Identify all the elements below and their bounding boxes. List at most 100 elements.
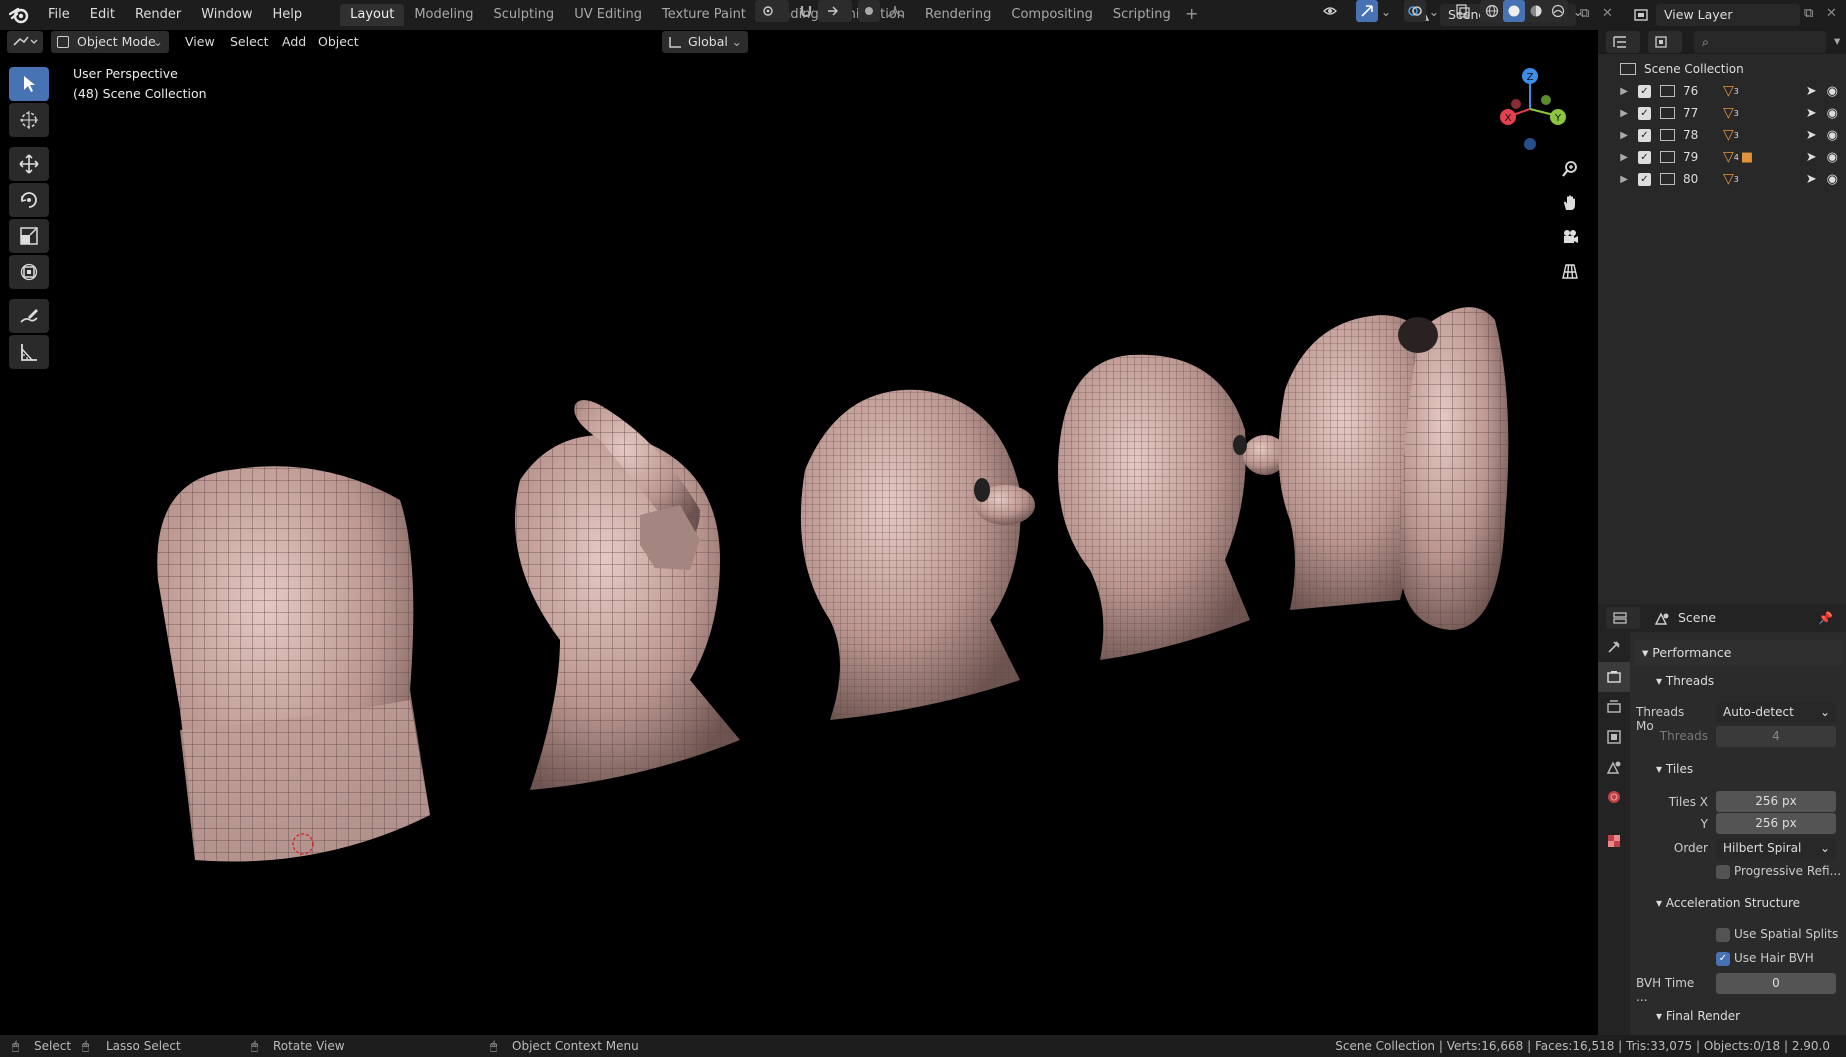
exclude-checkbox[interactable]: ✓ <box>1638 106 1651 120</box>
delete-view-layer-icon[interactable]: ✕ <box>1826 6 1840 24</box>
expand-arrow-icon[interactable]: ▶ <box>1598 130 1628 141</box>
tiles-x-field[interactable]: 256 px <box>1716 791 1836 812</box>
hair-bvh-checkbox[interactable]: ✓ <box>1716 952 1730 966</box>
threads-subpanel-header[interactable]: ▾ Threads <box>1634 668 1842 694</box>
tab-rendering[interactable]: Rendering <box>915 4 1001 26</box>
tab-uv-editing[interactable]: UV Editing <box>564 4 652 26</box>
solid-shading-icon[interactable] <box>1503 0 1525 22</box>
ortho-toggle-icon[interactable] <box>1555 256 1585 286</box>
xray-toggle-icon[interactable] <box>1452 0 1474 22</box>
selectable-arrow-icon[interactable]: ➤ <box>1806 106 1817 121</box>
menu-file[interactable]: File <box>38 0 80 30</box>
chevron-down-icon[interactable]: ⌄ <box>1570 0 1586 22</box>
exclude-checkbox[interactable]: ✓ <box>1638 172 1651 186</box>
add-workspace-button[interactable]: + <box>1181 4 1203 26</box>
tab-texture-paint[interactable]: Texture Paint <box>652 4 756 26</box>
pan-hand-icon[interactable] <box>1555 188 1585 218</box>
tiles-subpanel-header[interactable]: ▾ Tiles <box>1634 756 1842 782</box>
output-tab-icon[interactable] <box>1598 692 1630 722</box>
final-render-subpanel-header[interactable]: ▾ Final Render <box>1634 1003 1842 1029</box>
tab-compositing[interactable]: Compositing <box>1001 4 1103 26</box>
outliner-root-row[interactable]: Scene Collection <box>1598 58 1846 80</box>
falloff-curve-icon[interactable] <box>881 0 911 22</box>
chevron-down-icon[interactable]: ⌄ <box>1426 0 1442 22</box>
bvh-time-field[interactable]: 0 <box>1716 973 1836 994</box>
menu-help[interactable]: Help <box>263 0 313 30</box>
view-layer-selector[interactable]: View Layer <box>1656 4 1800 26</box>
object-menu[interactable]: Object <box>310 31 367 53</box>
menu-render[interactable]: Render <box>125 0 191 30</box>
filter-icon[interactable]: ▾ <box>1834 33 1840 48</box>
scene-tab-icon[interactable] <box>1598 752 1630 782</box>
expand-arrow-icon[interactable]: ▶ <box>1598 86 1628 97</box>
transform-tool-icon[interactable] <box>9 255 49 289</box>
outliner-collection-row[interactable]: ▶ ✓ 78 ▽ 3 ➤ ◉ <box>1598 124 1846 146</box>
selectable-arrow-icon[interactable]: ➤ <box>1806 172 1817 187</box>
properties-editor-type-icon[interactable] <box>1606 607 1640 629</box>
visibility-eye-icon[interactable]: ◉ <box>1827 172 1838 187</box>
selectable-arrow-icon[interactable]: ➤ <box>1806 128 1817 143</box>
visibility-selectability-icon[interactable] <box>1316 0 1350 22</box>
tab-sculpting[interactable]: Sculpting <box>483 4 564 26</box>
show-gizmo-icon[interactable] <box>1356 0 1378 22</box>
threads-mode-dropdown[interactable]: Auto-detect ⌄ <box>1716 702 1836 723</box>
proportional-edit-icon[interactable] <box>858 0 880 22</box>
visibility-eye-icon[interactable]: ◉ <box>1827 128 1838 143</box>
editor-type-icon[interactable] <box>7 31 43 53</box>
move-tool-icon[interactable] <box>9 147 49 181</box>
menu-edit[interactable]: Edit <box>80 0 125 30</box>
tab-layout[interactable]: Layout <box>340 4 405 26</box>
exclude-checkbox[interactable]: ✓ <box>1638 128 1651 142</box>
select-menu[interactable]: Select <box>222 31 277 53</box>
outliner-search-input[interactable]: ⌕ <box>1694 31 1826 53</box>
snap-target-icon[interactable] <box>818 0 852 22</box>
pin-icon[interactable]: 📌 <box>1818 611 1833 625</box>
acceleration-subpanel-header[interactable]: ▾ Acceleration Structure <box>1634 890 1842 916</box>
cursor-tool-icon[interactable] <box>9 103 49 137</box>
render-tab-icon[interactable] <box>1598 662 1630 692</box>
new-view-layer-icon[interactable]: ⧉ <box>1804 6 1822 24</box>
tab-modeling[interactable]: Modeling <box>404 4 483 26</box>
view-layer-tab-icon[interactable] <box>1598 722 1630 752</box>
delete-scene-icon[interactable]: ✕ <box>1602 6 1616 24</box>
progressive-refine-checkbox[interactable] <box>1716 865 1730 879</box>
material-preview-icon[interactable] <box>1525 0 1547 22</box>
blender-logo-icon[interactable] <box>0 0 38 30</box>
visibility-eye-icon[interactable]: ◉ <box>1827 84 1838 99</box>
outliner-collection-row[interactable]: ▶ ✓ 77 ▽ 3 ➤ ◉ <box>1598 102 1846 124</box>
menu-window[interactable]: Window <box>191 0 262 30</box>
outliner-editor-type-icon[interactable] <box>1606 31 1640 53</box>
select-tool-icon[interactable] <box>9 67 49 101</box>
tab-scripting[interactable]: Scripting <box>1103 4 1181 26</box>
pivot-point-icon[interactable] <box>755 0 789 22</box>
selectable-arrow-icon[interactable]: ➤ <box>1806 84 1817 99</box>
camera-view-icon[interactable] <box>1555 222 1585 252</box>
tile-order-dropdown[interactable]: Hilbert Spiral ⌄ <box>1716 838 1836 859</box>
add-menu[interactable]: Add <box>274 31 314 53</box>
view-menu[interactable]: View <box>177 31 223 53</box>
scale-tool-icon[interactable] <box>9 219 49 253</box>
expand-arrow-icon[interactable]: ▶ <box>1598 152 1628 163</box>
view-layer-icon[interactable] <box>1630 4 1652 26</box>
rendered-shading-icon[interactable] <box>1547 0 1569 22</box>
show-overlays-icon[interactable] <box>1404 0 1426 22</box>
spatial-splits-checkbox[interactable] <box>1716 928 1730 942</box>
world-tab-icon[interactable] <box>1598 782 1630 812</box>
exclude-checkbox[interactable]: ✓ <box>1638 150 1651 164</box>
display-mode-icon[interactable] <box>1648 31 1682 53</box>
expand-arrow-icon[interactable]: ▶ <box>1598 174 1628 185</box>
rotate-tool-icon[interactable] <box>9 183 49 217</box>
visibility-eye-icon[interactable]: ◉ <box>1827 150 1838 165</box>
selectable-arrow-icon[interactable]: ➤ <box>1806 150 1817 165</box>
outliner-collection-row[interactable]: ▶ ✓ 80 ▽ 3 ➤ ◉ <box>1598 168 1846 190</box>
chevron-down-icon[interactable]: ⌄ <box>1378 0 1394 22</box>
performance-panel-header[interactable]: ▾ Performance <box>1634 640 1842 666</box>
zoom-icon[interactable] <box>1555 154 1585 184</box>
outliner-collection-row[interactable]: ▶ ✓ 79 ▽ 4 ■ ➤ ◉ <box>1598 146 1846 168</box>
measure-tool-icon[interactable] <box>9 335 49 369</box>
snap-magnet-icon[interactable] <box>796 0 816 22</box>
texture-tab-icon[interactable] <box>1598 826 1630 856</box>
expand-arrow-icon[interactable]: ▶ <box>1598 108 1628 119</box>
3d-viewport[interactable]: User Perspective (48) Scene Collection Z… <box>0 54 1598 1035</box>
tiles-y-field[interactable]: 256 px <box>1716 813 1836 834</box>
